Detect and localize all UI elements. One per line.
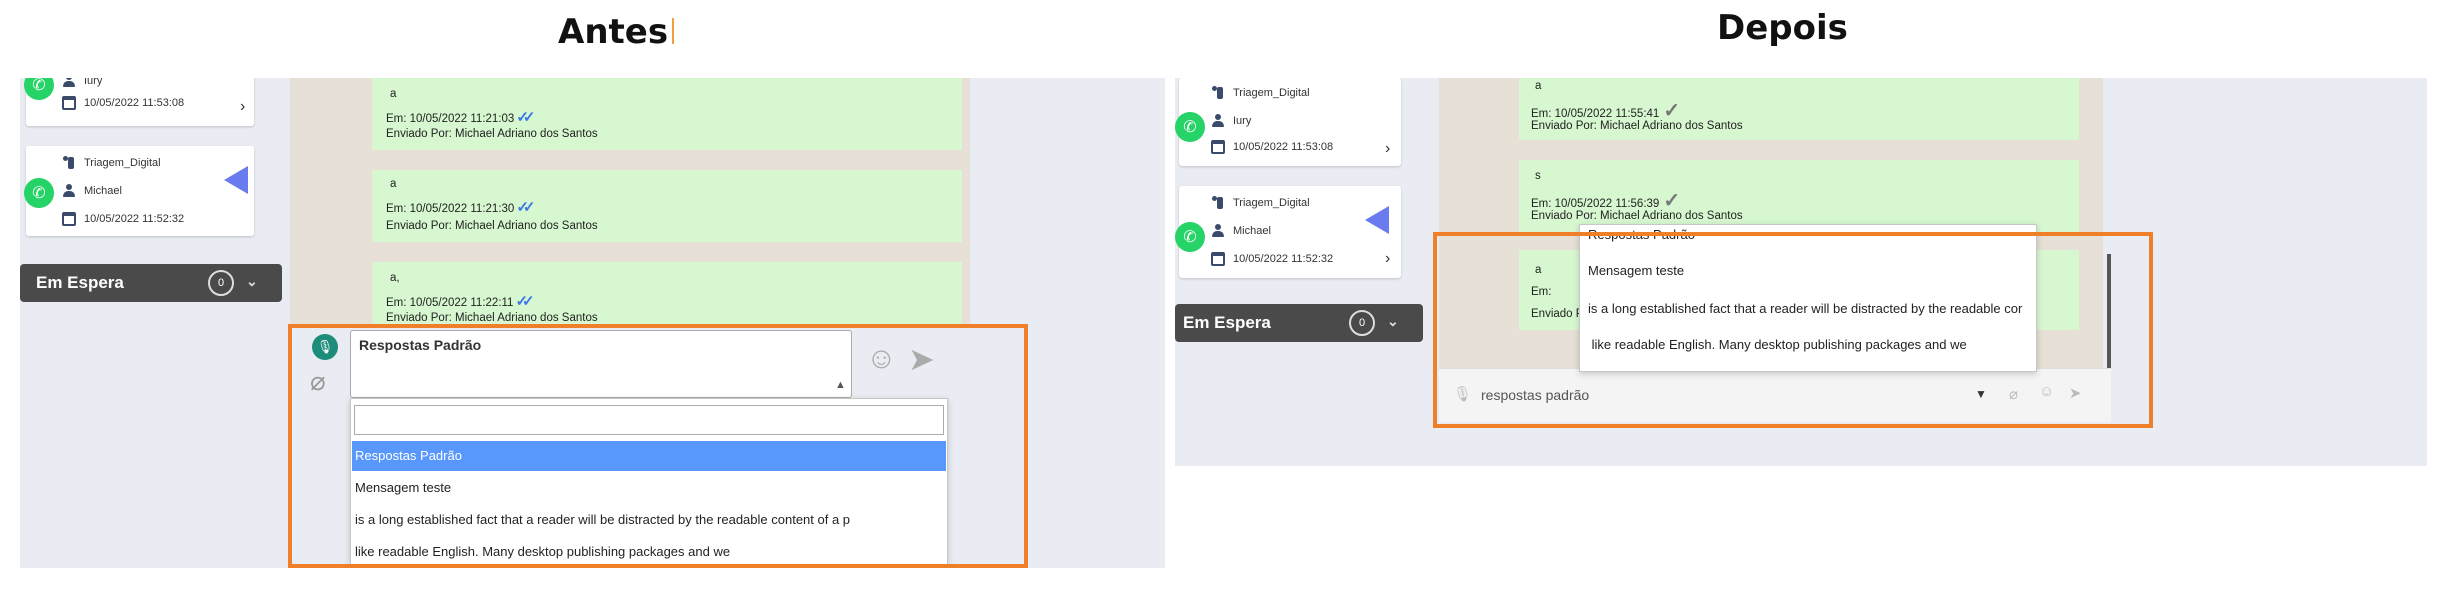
contact-card[interactable]: Triagem_Digital ✆ Michael 10/05/2022 11:… xyxy=(24,146,254,236)
contact-datetime: 10/05/2022 11:52:32 xyxy=(1233,253,1334,265)
highlight-box xyxy=(288,324,1028,568)
message-sender: Enviado Por: Michael Adriano dos Santos xyxy=(386,312,598,324)
message-bubble: s Em: 10/05/2022 11:56:39 ✓ Enviado Por: … xyxy=(1519,160,2079,232)
team-icon xyxy=(1211,86,1225,100)
whatsapp-icon: ✆ xyxy=(1175,112,1205,142)
chevron-right-icon[interactable]: › xyxy=(1385,250,1390,268)
contact-datetime: 10/05/2022 11:53:08 xyxy=(1233,141,1334,153)
user-icon xyxy=(1211,114,1225,128)
whatsapp-icon: ✆ xyxy=(24,78,54,100)
team-icon xyxy=(62,156,76,170)
message-timestamp: Em: 10/05/2022 11:55:41 xyxy=(1531,108,1660,120)
queue-count-badge: 0 xyxy=(1349,310,1375,336)
queue-header[interactable]: Em Espera 0 ⌄ xyxy=(1175,304,1423,342)
highlight-box xyxy=(1433,232,2153,428)
user-icon xyxy=(1211,224,1225,238)
message-text: s xyxy=(1535,170,1541,182)
message-sender: Enviado Por: Michael Adriano dos Santos xyxy=(1531,120,1743,132)
contact-card[interactable]: Triagem_Digital ✆ Iury 10/05/2022 11:53:… xyxy=(1175,78,1401,166)
calendar-icon xyxy=(1211,252,1225,266)
contact-team: Triagem_Digital xyxy=(1233,87,1310,99)
message-sender: Enviado Por: Michael Adriano dos Santos xyxy=(1531,210,1743,222)
message-bubble: a Em: 10/05/2022 11:21:30 ✓✓ Enviado Por:… xyxy=(372,170,962,242)
user-icon xyxy=(62,78,76,88)
message-timestamp: Em: 10/05/2022 11:56:39 xyxy=(1531,198,1660,210)
queue-header[interactable]: Em Espera 0 ⌄ xyxy=(20,264,282,302)
after-panel: Triagem_Digital ✆ Iury 10/05/2022 11:53:… xyxy=(1175,78,2427,466)
contact-user: Michael xyxy=(1233,225,1271,237)
active-chat-arrow-icon xyxy=(1365,206,1389,234)
contact-team: Triagem_Digital xyxy=(1233,197,1310,209)
active-chat-arrow-icon xyxy=(224,166,248,194)
message-sender: Enviado Por: Michael Adriano dos Santos xyxy=(386,220,598,232)
queue-label: Em Espera xyxy=(1183,313,1271,332)
chevron-right-icon[interactable]: › xyxy=(1385,140,1390,158)
team-icon xyxy=(1211,196,1225,210)
sent-check-icon: ✓ xyxy=(1663,190,1681,212)
read-receipt-icon: ✓✓ xyxy=(516,109,535,126)
queue-count-badge: 0 xyxy=(208,270,234,296)
message-bubble: a Em: 10/05/2022 11:21:03 ✓✓ Enviado Por:… xyxy=(372,78,962,150)
heading-before: Antes xyxy=(558,12,669,52)
heading-separator xyxy=(672,18,674,44)
chevron-down-icon[interactable]: ⌄ xyxy=(1387,313,1399,330)
contact-team: Triagem_Digital xyxy=(84,157,161,169)
message-text: a xyxy=(390,178,397,190)
message-sender: Enviado Por: Michael Adriano dos Santos xyxy=(386,128,598,140)
chevron-down-icon[interactable]: ⌄ xyxy=(246,273,258,290)
queue-label: Em Espera xyxy=(36,273,124,292)
calendar-icon xyxy=(1211,140,1225,154)
before-panel: ✆ Iury 10/05/2022 11:53:08 › Triagem_Dig… xyxy=(20,78,1165,568)
message-text: a xyxy=(390,88,397,100)
calendar-icon xyxy=(62,96,76,110)
read-receipt-icon: ✓✓ xyxy=(515,293,534,310)
message-text: a, xyxy=(390,272,400,284)
contact-datetime: 10/05/2022 11:52:32 xyxy=(84,213,185,225)
contact-card[interactable]: ✆ Iury 10/05/2022 11:53:08 › xyxy=(24,78,254,126)
message-text: a xyxy=(1535,80,1542,92)
read-receipt-icon: ✓✓ xyxy=(516,199,535,216)
sent-check-icon: ✓ xyxy=(1663,100,1681,122)
contact-card[interactable]: Triagem_Digital ✆ Michael 10/05/2022 11:… xyxy=(1175,186,1401,278)
contact-user: Iury xyxy=(1233,115,1252,127)
contact-datetime: 10/05/2022 11:53:08 xyxy=(84,97,185,109)
contact-user: Iury xyxy=(84,78,103,87)
calendar-icon xyxy=(62,212,76,226)
contact-user: Michael xyxy=(84,185,122,197)
message-bubble: a Em: 10/05/2022 11:55:41 ✓ Enviado Por: … xyxy=(1519,78,2079,140)
whatsapp-icon: ✆ xyxy=(1175,222,1205,252)
message-timestamp: Em: 10/05/2022 11:22:11 xyxy=(386,297,514,309)
message-timestamp: Em: 10/05/2022 11:21:30 xyxy=(386,203,515,215)
message-timestamp: Em: 10/05/2022 11:21:03 xyxy=(386,113,515,125)
whatsapp-icon: ✆ xyxy=(24,178,54,208)
chevron-right-icon[interactable]: › xyxy=(240,98,245,116)
user-icon xyxy=(62,184,76,198)
heading-after: Depois xyxy=(1717,8,1848,48)
